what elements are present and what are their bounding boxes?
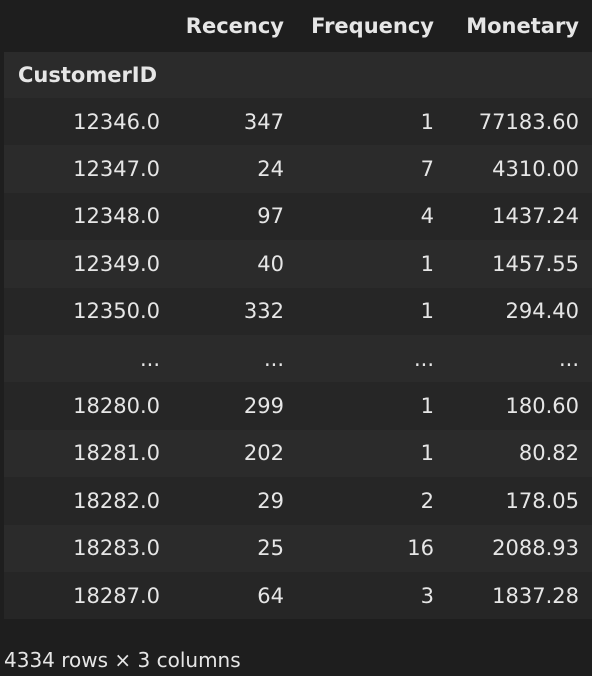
- table-row: ............: [4, 334, 592, 383]
- row-index-cell: 12350.0: [4, 287, 173, 335]
- column-header-row: Recency Frequency Monetary: [4, 0, 592, 52]
- row-index-cell: 18282.0: [4, 477, 173, 525]
- table-cell: 1437.24: [447, 192, 592, 241]
- table-header: Recency Frequency Monetary CustomerID: [4, 0, 592, 98]
- table-row: 18283.0 25 16 2088.93: [4, 524, 592, 572]
- row-index-cell: 18281.0: [4, 429, 173, 478]
- table-cell: 294.40: [447, 287, 592, 335]
- table-cell: 1: [297, 98, 447, 146]
- table-cell: 202: [173, 429, 297, 478]
- table-cell: 332: [173, 287, 297, 335]
- table-cell: 77183.60: [447, 98, 592, 146]
- table-row: 18287.0 64 3 1837.28: [4, 571, 592, 620]
- table-cell: 3: [297, 571, 447, 620]
- row-index-cell: 12349.0: [4, 240, 173, 288]
- row-index-cell: 18280.0: [4, 382, 173, 430]
- table-cell: 64: [173, 571, 297, 620]
- row-index-cell: ...: [4, 334, 173, 383]
- dataframe-output: Recency Frequency Monetary CustomerID 12…: [0, 0, 592, 676]
- table-cell: 180.60: [447, 382, 592, 430]
- table-cell: 1457.55: [447, 240, 592, 288]
- table-row: 12349.0 40 1 1457.55: [4, 240, 592, 288]
- table-cell: 4: [297, 192, 447, 241]
- table-cell: 1: [297, 382, 447, 430]
- table-row: 12347.0 24 7 4310.00: [4, 145, 592, 193]
- row-index-cell: 18283.0: [4, 524, 173, 572]
- index-header-blank: [4, 0, 173, 52]
- index-name-row: CustomerID: [4, 52, 592, 98]
- index-row-blank: [447, 52, 592, 98]
- table-cell: 29: [173, 477, 297, 525]
- table-cell: 1: [297, 287, 447, 335]
- table-cell: ...: [447, 334, 592, 383]
- table-cell: 97: [173, 192, 297, 241]
- table-cell: 299: [173, 382, 297, 430]
- table-cell: 1837.28: [447, 571, 592, 620]
- dataframe-table: Recency Frequency Monetary CustomerID 12…: [4, 0, 592, 620]
- table-cell: 2: [297, 477, 447, 525]
- table-cell: 4310.00: [447, 145, 592, 193]
- table-cell: 24: [173, 145, 297, 193]
- row-index-cell: 12347.0: [4, 145, 173, 193]
- dataframe-shape-text: 4334 rows × 3 columns: [4, 648, 241, 672]
- index-row-blank: [173, 52, 297, 98]
- table-cell: 1: [297, 429, 447, 478]
- table-row: 12348.0 97 4 1437.24: [4, 192, 592, 241]
- table-row: 12350.0 332 1 294.40: [4, 287, 592, 335]
- row-index-cell: 18287.0: [4, 571, 173, 620]
- row-index-cell: 12346.0: [4, 98, 173, 146]
- table-cell: 178.05: [447, 477, 592, 525]
- table-row: 18281.0 202 1 80.82: [4, 429, 592, 478]
- column-header-recency: Recency: [173, 0, 297, 52]
- index-row-blank: [297, 52, 447, 98]
- table-cell: ...: [173, 334, 297, 383]
- table-cell: 2088.93: [447, 524, 592, 572]
- index-name: CustomerID: [4, 52, 173, 98]
- table-cell: 80.82: [447, 429, 592, 478]
- table-row: 18282.0 29 2 178.05: [4, 477, 592, 525]
- table-row: 12346.0 347 1 77183.60: [4, 98, 592, 146]
- table-cell: 16: [297, 524, 447, 572]
- table-cell: 347: [173, 98, 297, 146]
- table-row: 18280.0 299 1 180.60: [4, 382, 592, 430]
- row-index-cell: 12348.0: [4, 192, 173, 241]
- table-cell: ...: [297, 334, 447, 383]
- table-cell: 40: [173, 240, 297, 288]
- column-header-frequency: Frequency: [297, 0, 447, 52]
- table-cell: 25: [173, 524, 297, 572]
- table-cell: 1: [297, 240, 447, 288]
- table-cell: 7: [297, 145, 447, 193]
- column-header-monetary: Monetary: [447, 0, 592, 52]
- table-body: 12346.0 347 1 77183.60 12347.0 24 7 4310.00 1234…: [4, 98, 592, 620]
